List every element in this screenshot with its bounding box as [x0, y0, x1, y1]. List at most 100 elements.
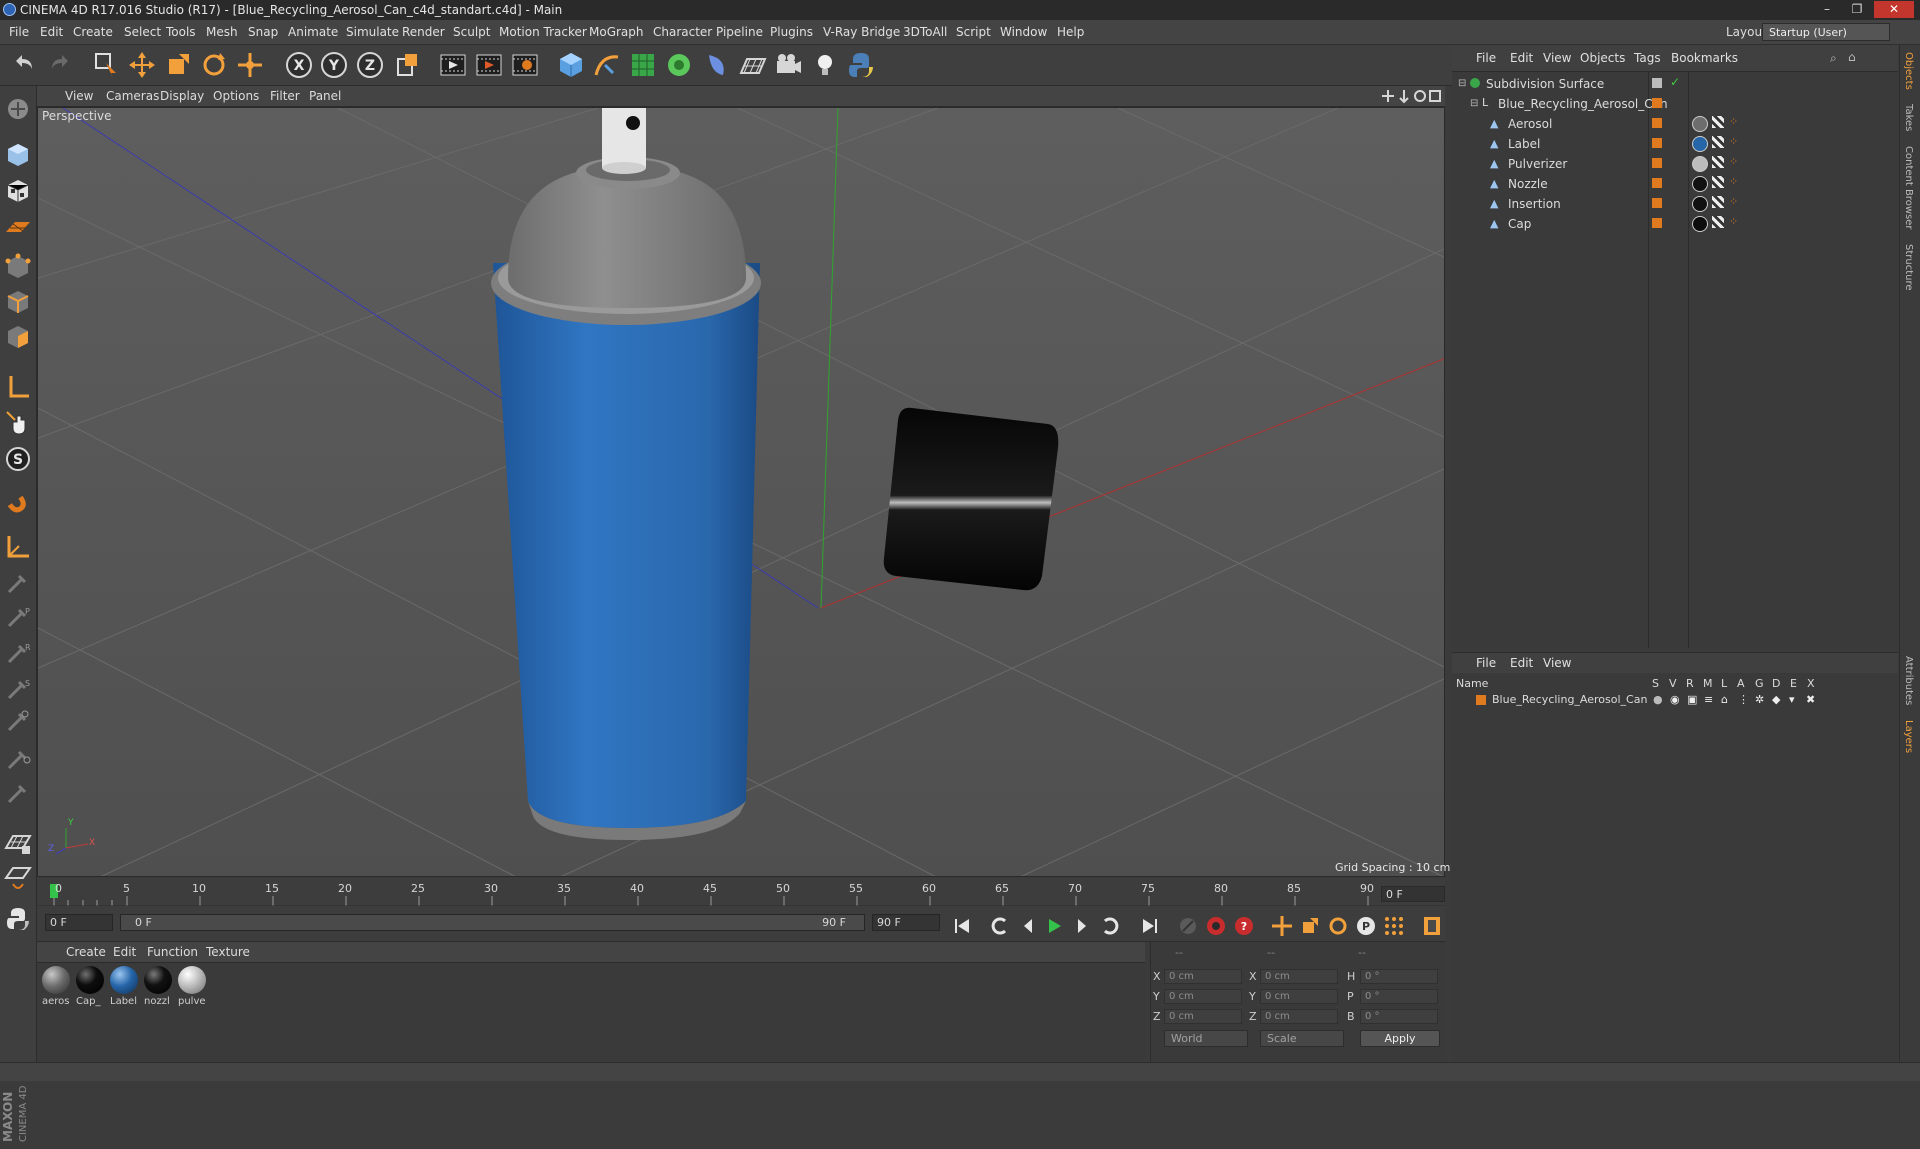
end-frame-field[interactable]: 90 F: [872, 914, 940, 931]
undo-icon[interactable]: [8, 49, 40, 81]
menu-edit[interactable]: Edit: [40, 25, 63, 39]
layer-color-icon[interactable]: [1652, 118, 1662, 128]
cube-icon[interactable]: [555, 49, 587, 81]
render-view-icon[interactable]: [437, 49, 469, 81]
subdivision-surface-icon[interactable]: [627, 49, 659, 81]
object-menu-objects[interactable]: Objects: [1580, 51, 1625, 65]
texture-mode-icon[interactable]: [3, 176, 33, 206]
x-axis-lock-icon[interactable]: X: [283, 49, 315, 81]
inflate-tool-icon[interactable]: [3, 744, 33, 774]
next-key-icon[interactable]: [1098, 914, 1122, 938]
layer-color-icon[interactable]: [1652, 218, 1662, 228]
python-icon[interactable]: [845, 49, 877, 81]
material-menu-edit[interactable]: Edit: [113, 945, 136, 959]
layer-color-icon[interactable]: [1652, 198, 1662, 208]
viewport-menu-cameras[interactable]: Cameras: [106, 89, 159, 103]
object-row-nozzle[interactable]: ▲ Nozzle ⁘: [1452, 174, 1898, 194]
magnet-icon[interactable]: [3, 490, 33, 520]
menu-help[interactable]: Help: [1057, 25, 1084, 39]
close-button[interactable]: ✕: [1874, 1, 1914, 18]
rotation-p-field[interactable]: 0 °: [1360, 989, 1438, 1004]
floor-icon[interactable]: [737, 49, 769, 81]
next-frame-icon[interactable]: [1070, 914, 1094, 938]
axis-mode-icon[interactable]: [3, 372, 33, 402]
size-x-field[interactable]: 0 cm: [1260, 969, 1338, 984]
start-frame-field[interactable]: 0 F: [45, 914, 113, 931]
material-menu-texture[interactable]: Texture: [206, 945, 250, 959]
smooth-tool-icon[interactable]: R: [3, 638, 33, 668]
phong-tag-icon[interactable]: ⁘: [1729, 155, 1738, 168]
pull-tool-icon[interactable]: S: [3, 674, 33, 704]
uvw-tag-icon[interactable]: [1712, 216, 1724, 228]
menu-simulate[interactable]: Simulate: [346, 25, 399, 39]
material-swatch[interactable]: pulve: [178, 966, 208, 1007]
locked-workplane-icon[interactable]: [3, 532, 33, 562]
material-swatch[interactable]: aeros: [42, 966, 72, 1007]
manager-toggle-icon[interactable]: ≡: [1704, 693, 1713, 706]
edges-mode-icon[interactable]: [3, 287, 33, 317]
xref-toggle-icon[interactable]: ✖: [1806, 693, 1815, 706]
layer-column-locked[interactable]: L: [1721, 677, 1727, 690]
material-tag-icon[interactable]: [1692, 196, 1708, 212]
grab-tool-icon[interactable]: [3, 778, 33, 808]
object-row-label[interactable]: ▲ Label ⁘: [1452, 134, 1898, 154]
maximize-button[interactable]: ❐: [1842, 1, 1872, 18]
material-tag-icon[interactable]: [1692, 176, 1708, 192]
layer-menu-file[interactable]: File: [1476, 656, 1496, 670]
phong-tag-icon[interactable]: ⁘: [1729, 115, 1738, 128]
lock-toggle-icon[interactable]: ⌂: [1721, 693, 1728, 706]
layer-color-icon[interactable]: [1652, 138, 1662, 148]
key-point-level-icon[interactable]: [1382, 914, 1406, 938]
render-picture-viewer-icon[interactable]: [473, 49, 505, 81]
menu-mograph[interactable]: MoGraph: [589, 25, 644, 39]
minimize-button[interactable]: –: [1812, 1, 1842, 18]
enabled-check-icon[interactable]: ✓: [1670, 75, 1680, 89]
record-keys-disabled-icon[interactable]: [1176, 914, 1200, 938]
material-tag-icon[interactable]: [1692, 156, 1708, 172]
tab-objects[interactable]: Objects: [1903, 52, 1914, 90]
script-python-icon[interactable]: [3, 904, 33, 934]
scale-icon[interactable]: [162, 49, 194, 81]
object-row-cap[interactable]: ▲ Cap ⁘: [1452, 214, 1898, 234]
collapse-toggle-icon[interactable]: ⊟: [1470, 98, 1478, 109]
go-to-end-icon[interactable]: [1138, 914, 1162, 938]
layer-color-swatch[interactable]: [1476, 695, 1486, 705]
generators-toggle-icon[interactable]: ✲: [1755, 693, 1764, 706]
layer-column-render[interactable]: R: [1686, 677, 1694, 690]
menu-snap[interactable]: Snap: [248, 25, 278, 39]
uvw-tag-icon[interactable]: [1712, 136, 1724, 148]
tab-takes[interactable]: Takes: [1903, 104, 1914, 131]
layer-column-view[interactable]: V: [1669, 677, 1677, 690]
uvw-tag-icon[interactable]: [1712, 176, 1724, 188]
position-x-field[interactable]: 0 cm: [1164, 969, 1242, 984]
viewport-menu-filter[interactable]: Filter: [270, 89, 300, 103]
layer-color-icon[interactable]: [1652, 78, 1662, 88]
home-icon[interactable]: ⌂: [1848, 50, 1856, 64]
phong-tag-icon[interactable]: ⁘: [1729, 175, 1738, 188]
menu-pipeline[interactable]: Pipeline: [716, 25, 763, 39]
position-z-field[interactable]: 0 cm: [1164, 1009, 1242, 1024]
solo-toggle-icon[interactable]: ●: [1653, 693, 1663, 706]
floor-lock-icon[interactable]: [3, 828, 33, 858]
collapse-toggle-icon[interactable]: ⊟: [1458, 78, 1466, 89]
object-row-insertion[interactable]: ▲ Insertion ⁘: [1452, 194, 1898, 214]
menu-character[interactable]: Character: [653, 25, 712, 39]
uvw-tag-icon[interactable]: [1712, 196, 1724, 208]
material-menu-function[interactable]: Function: [147, 945, 198, 959]
size-y-field[interactable]: 0 cm: [1260, 989, 1338, 1004]
menu-select[interactable]: Select: [124, 25, 161, 39]
material-tag-icon[interactable]: [1692, 136, 1708, 152]
frame-range-slider[interactable]: 0 F 90 F: [120, 914, 865, 931]
object-menu-view[interactable]: View: [1543, 51, 1571, 65]
material-tag-icon[interactable]: [1692, 216, 1708, 232]
layer-column-solo[interactable]: S: [1652, 677, 1659, 690]
menu-file[interactable]: File: [9, 25, 29, 39]
object-row-pulverizer[interactable]: ▲ Pulverizer ⁘: [1452, 154, 1898, 174]
layer-column-manager[interactable]: M: [1703, 677, 1713, 690]
key-scale-icon[interactable]: [1298, 914, 1322, 938]
coordinate-mode-dropdown[interactable]: Scale: [1260, 1030, 1344, 1047]
uvw-tag-icon[interactable]: [1712, 116, 1724, 128]
make-editable-icon[interactable]: [3, 94, 33, 124]
camera-icon[interactable]: [773, 49, 805, 81]
coordinate-system-icon[interactable]: [392, 49, 424, 81]
